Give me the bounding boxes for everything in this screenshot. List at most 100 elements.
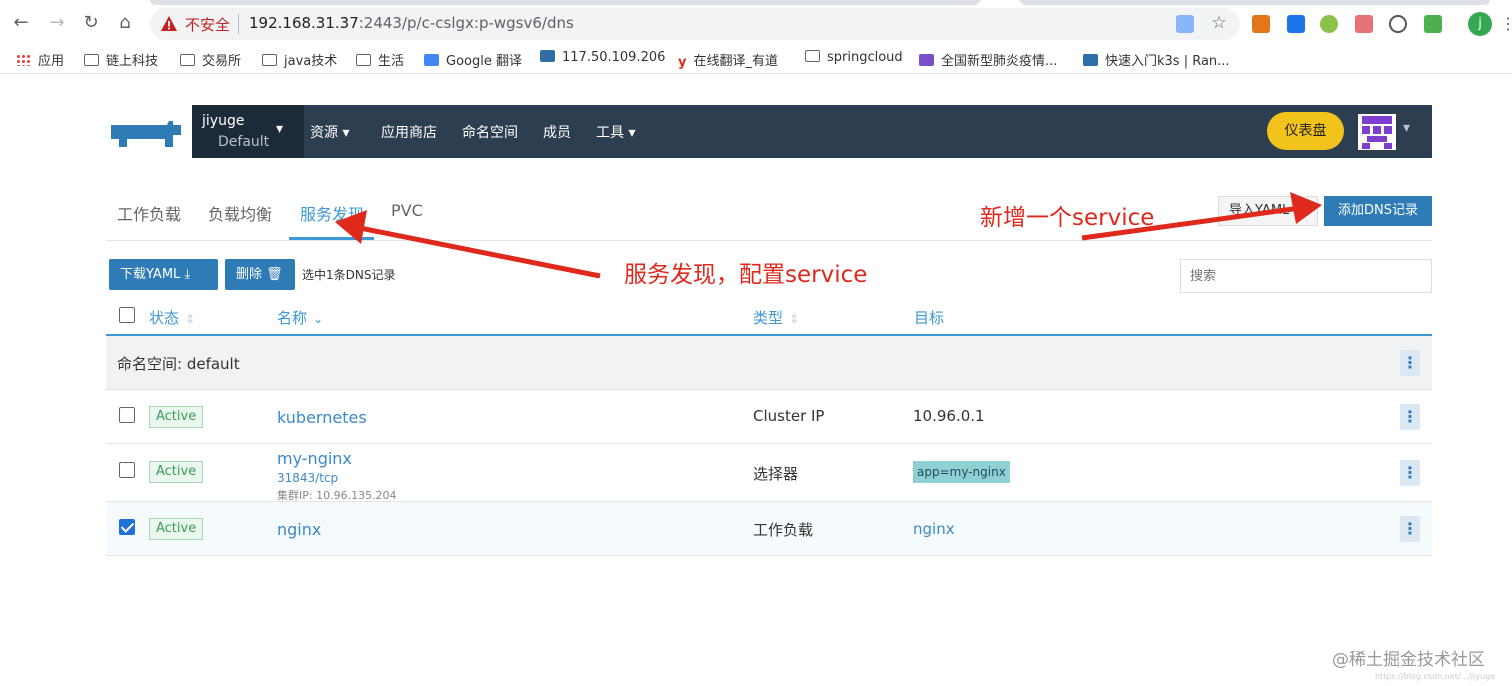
table-row[interactable]: Active my-nginx 31843/tcp 集群IP: 10.96.13… bbox=[106, 444, 1432, 502]
folder-icon bbox=[180, 54, 195, 66]
column-status[interactable]: 状态 ⇕ bbox=[149, 307, 195, 328]
table-row[interactable]: Active kubernetes Cluster IP 10.96.0.1 ⋮ bbox=[106, 390, 1432, 444]
sort-icon: ⇕ bbox=[185, 312, 196, 326]
rancher-icon bbox=[1083, 54, 1098, 66]
google-translate-icon bbox=[424, 54, 439, 66]
row-checkbox[interactable] bbox=[119, 462, 135, 478]
folder-icon bbox=[805, 50, 820, 62]
row-checkbox-checked[interactable] bbox=[119, 519, 135, 535]
download-yaml-button[interactable]: 下载YAML ⤓ bbox=[109, 259, 218, 290]
bookmarks-bar: 应用 链上科技 交易所 java技术 生活 Google 翻译 117.50.1… bbox=[0, 44, 1512, 74]
column-type[interactable]: 类型 ⇕ bbox=[753, 307, 799, 328]
rancher-icon bbox=[540, 50, 555, 62]
bookmark-folder[interactable]: springcloud bbox=[805, 50, 903, 65]
column-name[interactable]: 名称 ⌄ bbox=[277, 307, 323, 328]
row-actions-icon[interactable]: ⋮ bbox=[1400, 404, 1420, 430]
insecure-label: 不安全 bbox=[185, 16, 231, 34]
translate-icon[interactable] bbox=[1176, 15, 1194, 33]
bookmark-epidemic[interactable]: 全国新型肺炎疫情... bbox=[919, 50, 1057, 69]
back-arrow-icon[interactable]: ← bbox=[10, 12, 32, 34]
star-icon[interactable]: ☆ bbox=[1208, 12, 1230, 34]
url-text[interactable]: 192.168.31.37:2443/p/c-cslgx:p-wgsv6/dns bbox=[249, 14, 574, 32]
extension-y-icon[interactable] bbox=[1320, 15, 1338, 33]
bookmark-folder[interactable]: 交易所 bbox=[180, 50, 241, 69]
chevron-down-icon[interactable]: ▾ bbox=[1403, 120, 1410, 136]
profile-avatar[interactable]: j bbox=[1468, 12, 1492, 36]
selection-count: 选中1条DNS记录 bbox=[302, 268, 396, 282]
service-port-link[interactable]: 31843/tcp bbox=[277, 471, 338, 485]
bookmark-ip[interactable]: 117.50.109.206 bbox=[540, 50, 665, 65]
tab-service-discovery[interactable]: 服务发现 bbox=[300, 201, 364, 225]
dashboard-button[interactable]: 仪表盘 bbox=[1267, 112, 1344, 150]
delete-button[interactable]: 删除 🗑 bbox=[225, 259, 295, 290]
cluster-project-selector[interactable]: jiyuge Default ▾ bbox=[192, 105, 304, 158]
tab-workloads[interactable]: 工作负载 bbox=[117, 201, 181, 225]
service-name-link[interactable]: kubernetes bbox=[277, 408, 367, 427]
cluster-name: jiyuge bbox=[202, 113, 245, 129]
reload-icon[interactable]: ↻ bbox=[80, 12, 102, 34]
bookmark-folder[interactable]: 链上科技 bbox=[84, 50, 158, 69]
bookmark-folder[interactable]: 生活 bbox=[356, 50, 404, 69]
import-yaml-button[interactable]: 导入YAML bbox=[1218, 196, 1318, 226]
metamask-icon[interactable] bbox=[1252, 15, 1270, 33]
add-dns-record-button[interactable]: 添加DNS记录 bbox=[1324, 196, 1432, 226]
nav-namespaces[interactable]: 命名空间 bbox=[462, 122, 518, 142]
bookmark-apps[interactable]: 应用 bbox=[16, 50, 64, 69]
sort-icon: ⇕ bbox=[789, 312, 800, 326]
tabs-divider bbox=[106, 240, 1432, 241]
download-icon: ⤓ bbox=[184, 267, 191, 282]
rancher-header: jiyuge Default ▾ 资源 ▾ 应用商店 命名空间 成员 工具 ▾ … bbox=[107, 105, 1432, 158]
watermark: @稀土掘金技术社区 bbox=[1332, 650, 1485, 670]
user-avatar[interactable] bbox=[1358, 114, 1396, 150]
epidemic-icon bbox=[919, 54, 934, 66]
extension-share-icon[interactable] bbox=[1355, 15, 1373, 33]
bookmark-k3s[interactable]: 快速入门k3s | Ran... bbox=[1083, 50, 1230, 69]
address-separator bbox=[238, 14, 239, 34]
nav-app-store[interactable]: 应用商店 bbox=[381, 122, 437, 142]
nav-resources[interactable]: 资源 ▾ bbox=[310, 122, 349, 142]
home-icon[interactable]: ⌂ bbox=[114, 12, 136, 34]
row-actions-icon[interactable]: ⋮ bbox=[1400, 516, 1420, 542]
folder-icon bbox=[262, 54, 277, 66]
service-type: Cluster IP bbox=[753, 407, 825, 425]
forward-arrow-icon[interactable]: → bbox=[46, 12, 68, 34]
service-target-link[interactable]: nginx bbox=[913, 520, 955, 538]
table-row[interactable]: Active nginx 工作负载 nginx ⋮ bbox=[106, 502, 1432, 556]
group-actions-icon[interactable]: ⋮ bbox=[1400, 350, 1420, 376]
bookmark-google-translate[interactable]: Google 翻译 bbox=[424, 50, 522, 69]
nav-tools[interactable]: 工具 ▾ bbox=[596, 122, 635, 142]
rancher-logo[interactable] bbox=[107, 105, 192, 158]
bookmark-youdao[interactable]: y 在线翻译_有道 bbox=[678, 50, 778, 70]
service-name-link[interactable]: my-nginx bbox=[277, 449, 352, 468]
folder-icon bbox=[356, 54, 371, 66]
annotation-add-service: 新增一个service bbox=[980, 205, 1155, 231]
nav-members[interactable]: 成员 bbox=[543, 122, 571, 142]
tab-pvc[interactable]: PVC bbox=[391, 201, 423, 220]
identicon-icon bbox=[1362, 116, 1392, 149]
status-badge: Active bbox=[149, 518, 204, 540]
service-name-link[interactable]: nginx bbox=[277, 520, 321, 539]
service-target: 10.96.0.1 bbox=[913, 407, 985, 425]
browser-menu-icon[interactable]: ⋮ bbox=[1500, 14, 1512, 33]
rancher-cow-icon bbox=[111, 121, 181, 147]
trash-icon: 🗑 bbox=[266, 267, 283, 282]
service-type: 选择器 bbox=[753, 465, 799, 483]
row-actions-icon[interactable]: ⋮ bbox=[1400, 460, 1420, 486]
select-all-checkbox[interactable] bbox=[119, 307, 135, 323]
extension-circle-icon[interactable] bbox=[1389, 15, 1407, 33]
chevron-down-icon: ▾ bbox=[628, 125, 636, 141]
tab-load-balancing[interactable]: 负载均衡 bbox=[208, 201, 272, 225]
browser-toolbar: ← → ↻ ⌂ 不安全 192.168.31.37:2443/p/c-cslgx… bbox=[0, 0, 1512, 44]
status-badge: Active bbox=[149, 461, 204, 483]
search-input[interactable] bbox=[1180, 259, 1432, 293]
folder-icon bbox=[84, 54, 99, 66]
project-name: Default bbox=[218, 134, 270, 150]
bookmark-folder[interactable]: java技术 bbox=[262, 50, 337, 69]
chevron-down-icon: ▾ bbox=[342, 125, 350, 141]
extension-s2-icon[interactable] bbox=[1424, 15, 1442, 33]
extension-s-icon[interactable] bbox=[1287, 15, 1305, 33]
warning-icon bbox=[161, 16, 177, 31]
status-badge: Active bbox=[149, 406, 204, 428]
row-checkbox[interactable] bbox=[119, 407, 135, 423]
browser-tab-strip-right bbox=[1020, 0, 1490, 5]
